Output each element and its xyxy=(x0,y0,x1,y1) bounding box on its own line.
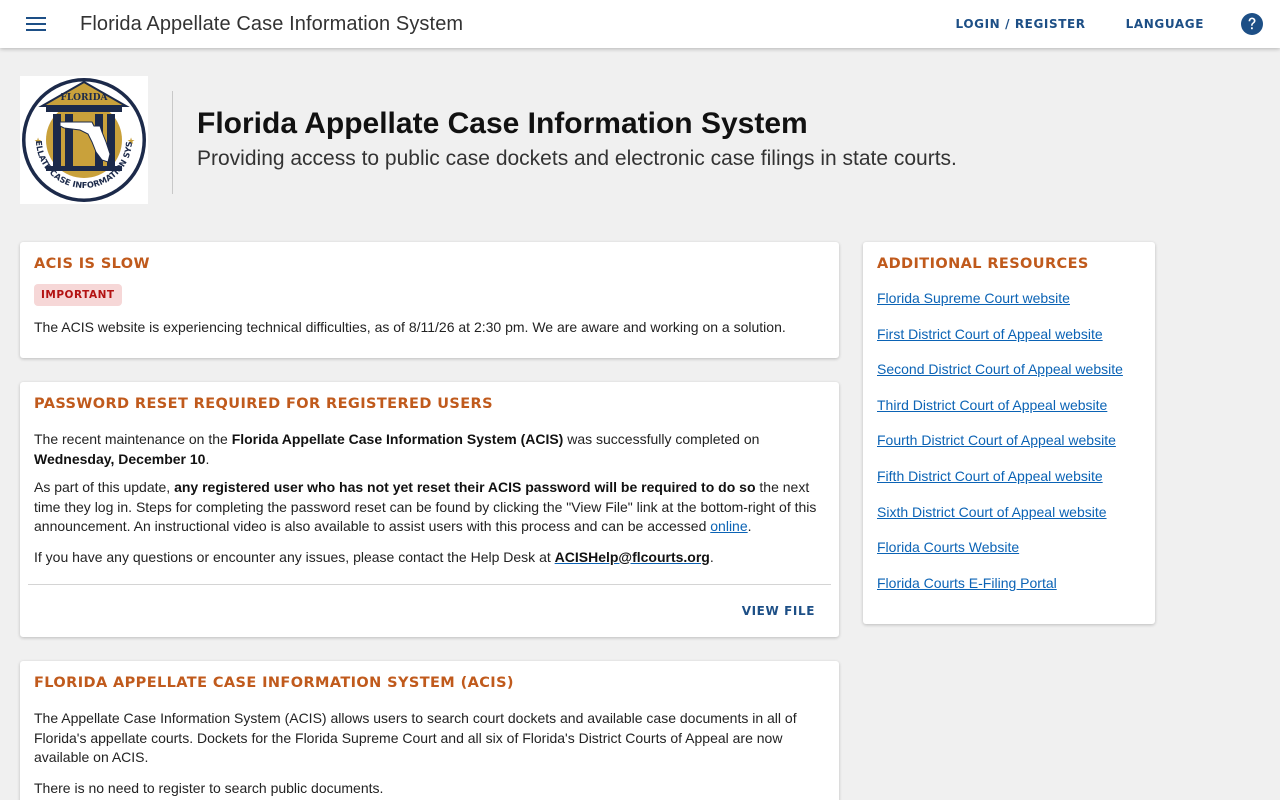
additional-resources-card: ADDITIONAL RESOURCES Florida Supreme Cou… xyxy=(863,242,1155,624)
hero-subtitle: Providing access to public case dockets … xyxy=(197,147,957,170)
app-bar: Florida Appellate Case Information Syste… xyxy=(0,0,1280,48)
resource-link-first-dca[interactable]: First District Court of Appeal website xyxy=(877,326,1103,342)
language-button[interactable]: LANGUAGE xyxy=(1106,0,1224,48)
help-desk-email-link[interactable]: ACISHelp@flcourts.org xyxy=(555,549,710,565)
card-divider xyxy=(28,584,831,585)
resource-link-fourth-dca[interactable]: Fourth District Court of Appeal website xyxy=(877,432,1116,448)
resource-link-third-dca[interactable]: Third District Court of Appeal website xyxy=(877,397,1107,413)
resource-link-fifth-dca[interactable]: Fifth District Court of Appeal website xyxy=(877,468,1103,484)
password-reset-title: PASSWORD RESET REQUIRED FOR REGISTERED U… xyxy=(34,396,493,412)
slow-notice-body: The ACIS website is experiencing technic… xyxy=(34,319,786,335)
hero-title: Florida Appellate Case Information Syste… xyxy=(197,107,808,140)
list-item: Third District Court of Appeal website xyxy=(877,397,1141,433)
resource-link-second-dca[interactable]: Second District Court of Appeal website xyxy=(877,361,1123,377)
slow-notice-card: ACIS IS SLOW IMPORTANT The ACIS website … xyxy=(20,242,839,358)
password-reset-paragraph-3: If you have any questions or encounter a… xyxy=(34,548,714,565)
about-acis-card: FLORIDA APPELLATE CASE INFORMATION SYSTE… xyxy=(20,661,839,800)
resource-link-florida-courts[interactable]: Florida Courts Website xyxy=(877,539,1019,555)
resources-link-list: Florida Supreme Court website First Dist… xyxy=(877,290,1141,610)
app-title: Florida Appellate Case Information Syste… xyxy=(80,12,464,35)
password-reset-paragraph-2: As part of this update, any registered u… xyxy=(34,479,817,534)
resource-link-efiling-portal[interactable]: Florida Courts E-Filing Portal xyxy=(877,575,1057,591)
additional-resources-title: ADDITIONAL RESOURCES xyxy=(877,256,1089,272)
list-item: Florida Courts E-Filing Portal xyxy=(877,575,1141,611)
important-badge: IMPORTANT xyxy=(34,284,122,306)
hamburger-menu-icon[interactable] xyxy=(0,0,72,48)
about-acis-title: FLORIDA APPELLATE CASE INFORMATION SYSTE… xyxy=(34,675,514,691)
list-item: First District Court of Appeal website xyxy=(877,326,1141,362)
list-item: Sixth District Court of Appeal website xyxy=(877,504,1141,540)
hero-divider xyxy=(172,91,173,194)
list-item: Second District Court of Appeal website xyxy=(877,361,1141,397)
online-video-link[interactable]: online xyxy=(710,518,747,534)
hero-header: FLORIDA ★ ★ APPELLATE CASE INFORMATION S… xyxy=(16,68,1020,206)
resource-link-supreme-court[interactable]: Florida Supreme Court website xyxy=(877,290,1070,306)
slow-notice-title: ACIS IS SLOW xyxy=(34,256,150,272)
login-register-button[interactable]: LOGIN / REGISTER xyxy=(936,0,1106,48)
about-acis-paragraph-1: The Appellate Case Information System (A… xyxy=(34,710,797,765)
help-circle-icon[interactable] xyxy=(1224,0,1280,48)
list-item: Florida Courts Website xyxy=(877,539,1141,575)
list-item: Florida Supreme Court website xyxy=(877,290,1141,326)
password-reset-card: PASSWORD RESET REQUIRED FOR REGISTERED U… xyxy=(20,382,839,637)
view-file-button[interactable]: VIEW FILE xyxy=(742,604,815,618)
resource-link-sixth-dca[interactable]: Sixth District Court of Appeal website xyxy=(877,504,1107,520)
list-item: Fourth District Court of Appeal website xyxy=(877,432,1141,468)
acis-seal-logo: FLORIDA ★ ★ APPELLATE CASE INFORMATION S… xyxy=(16,68,148,204)
about-acis-paragraph-2: There is no need to register to search p… xyxy=(34,779,384,796)
logo-florida-text: FLORIDA xyxy=(60,93,108,103)
password-reset-paragraph-1: The recent maintenance on the Florida Ap… xyxy=(34,431,760,467)
list-item: Fifth District Court of Appeal website xyxy=(877,468,1141,504)
